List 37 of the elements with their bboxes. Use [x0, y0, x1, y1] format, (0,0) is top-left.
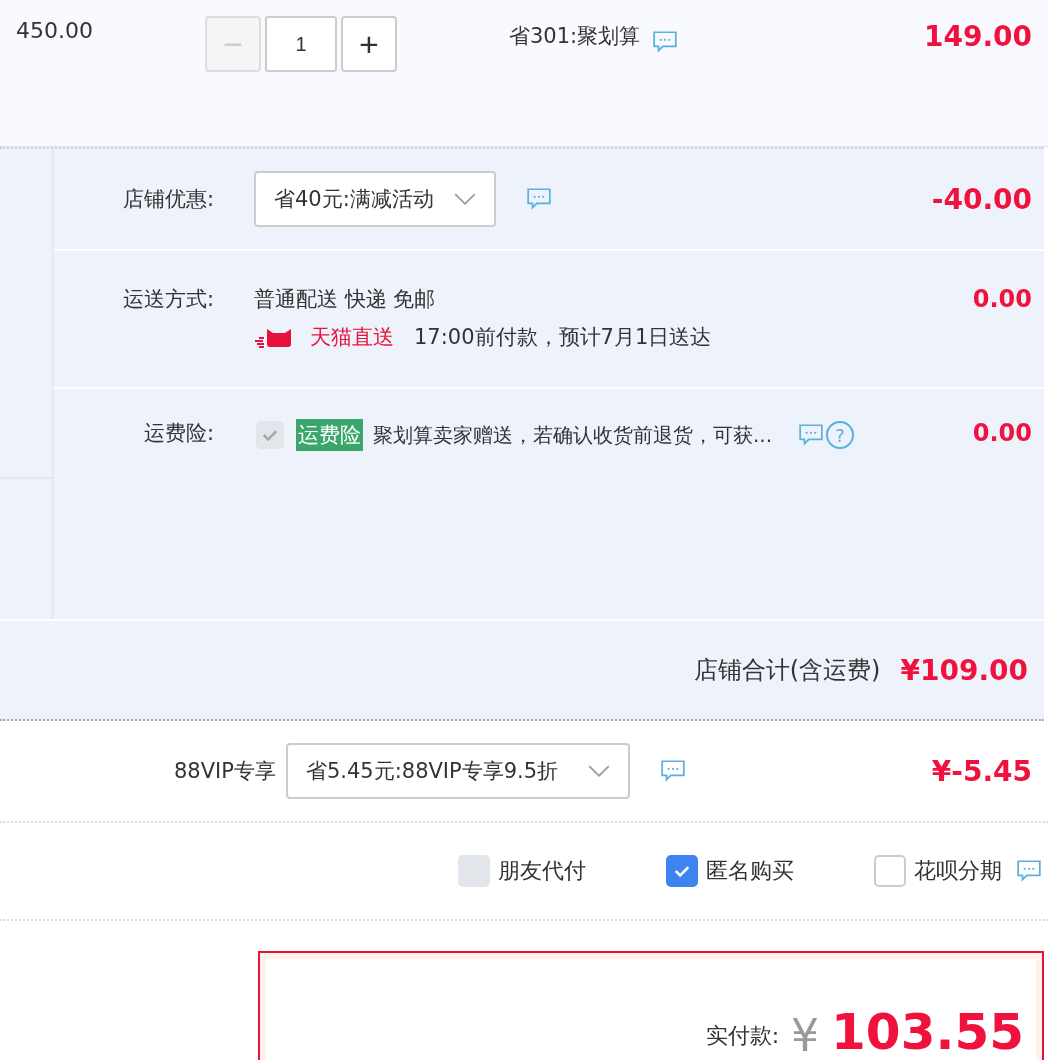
discount-dropdown[interactable]: 省40元:满减活动 [254, 171, 496, 227]
shop-total-label: 店铺合计(含运费) [693, 655, 881, 686]
payment-label: 实付款: [705, 1022, 780, 1050]
item-amount: 149.00 [923, 20, 1032, 53]
option-label: 匿名购买 [706, 857, 794, 885]
vip-amount: ¥-5.45 [931, 754, 1032, 788]
field-label: 运送方式: [121, 286, 214, 313]
promo-label: 省301:聚划算 [509, 23, 641, 50]
quantity-field[interactable]: 1 [265, 16, 337, 72]
field-label: 店铺优惠: [121, 186, 214, 213]
option-label: 朋友代付 [498, 857, 586, 885]
shipping-method: 普通配送 快递 免邮 [254, 286, 436, 313]
caret-icon [453, 192, 476, 206]
comment-icon[interactable] [798, 423, 825, 447]
comment-icon[interactable] [660, 759, 687, 783]
vip-label: 88VIP专享 [174, 758, 276, 785]
insurance-amount: 0.00 [972, 419, 1032, 447]
insurance-tag: 运费险 [296, 419, 363, 451]
unit-price: 450.00 [16, 18, 94, 43]
delivery-note: 17:00前付款，预计7月1日送达 [414, 324, 712, 351]
delivery-label: 天猫直送 [310, 324, 394, 351]
option-label: 花呗分期 [914, 857, 1002, 885]
payment-amount: 103.55 [831, 1003, 1024, 1060]
field-label: 运费险: [142, 420, 214, 447]
option-checkbox[interactable] [874, 855, 906, 887]
option-checkbox[interactable] [666, 855, 698, 887]
vip-dropdown[interactable]: 省5.45元:88VIP专享9.5折 [285, 743, 631, 799]
comment-icon[interactable] [525, 187, 552, 211]
comment-icon[interactable] [652, 30, 679, 54]
increase-button[interactable]: + [341, 16, 397, 72]
caret-icon [588, 764, 611, 778]
comment-icon[interactable] [1016, 859, 1042, 883]
shipping-amount: 0.00 [972, 285, 1032, 313]
discount-amount: -40.00 [931, 182, 1032, 216]
insurance-description: 聚划算卖家赠送，若确认收货前退货，可获... [373, 421, 773, 449]
currency-symbol: ¥ [791, 1010, 820, 1060]
shop-total-amount: ¥109.00 [900, 653, 1028, 687]
